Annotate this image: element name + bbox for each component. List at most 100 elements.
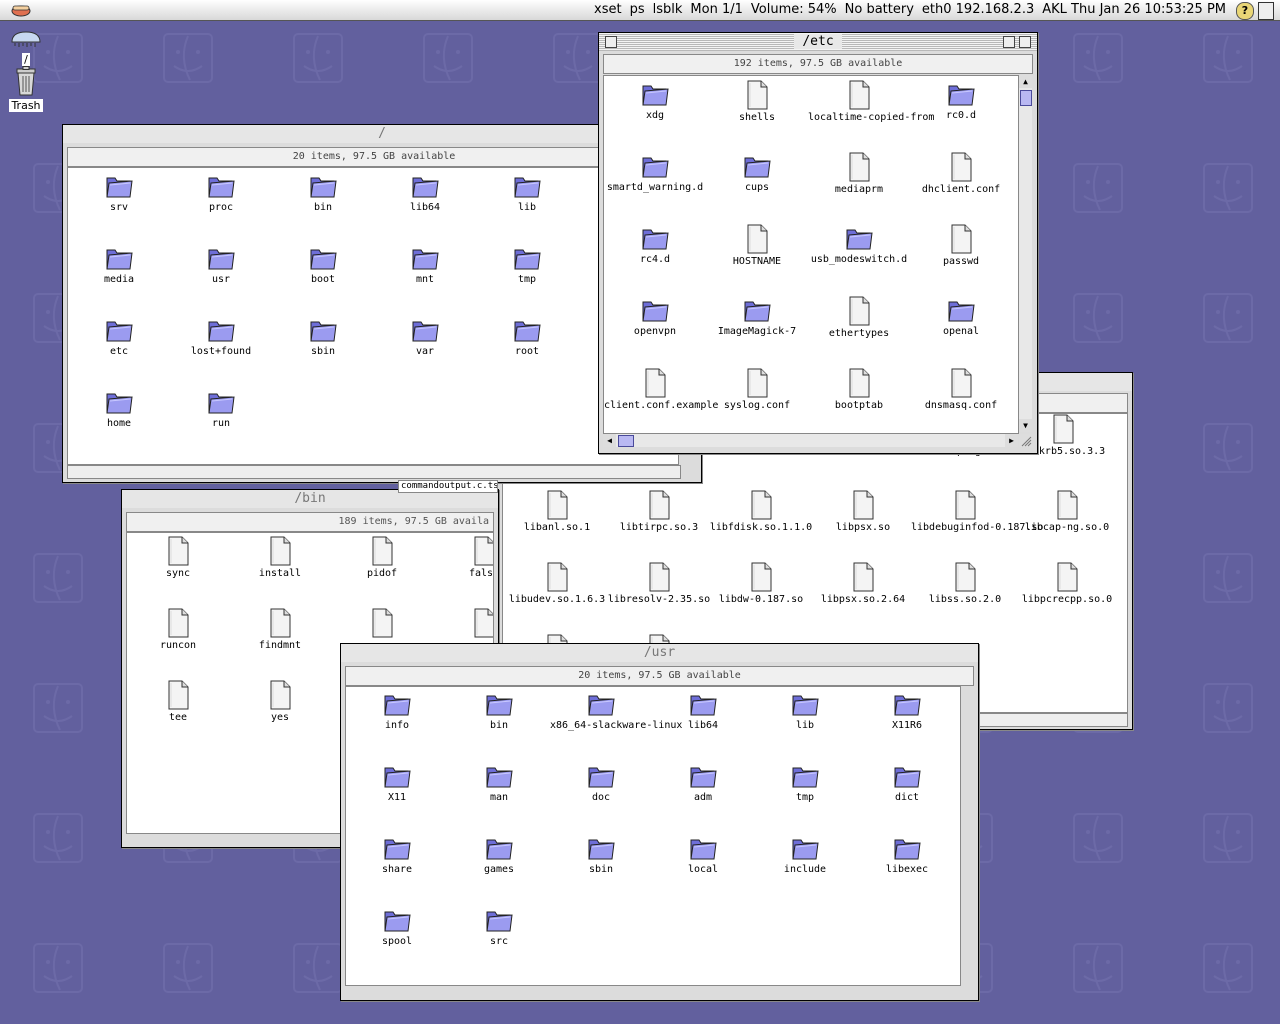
file-item[interactable]: libudev.so.1.6.3	[503, 562, 611, 605]
folder-item[interactable]: srv	[68, 172, 170, 213]
folder-item[interactable]: adm	[652, 762, 754, 803]
file-item[interactable]: pidof	[331, 536, 433, 579]
file-item[interactable]: HOSTNAME	[706, 224, 808, 267]
folder-item[interactable]: rc4.d	[604, 224, 706, 265]
folder-item[interactable]: spool	[346, 906, 448, 947]
folder-item[interactable]: lib64	[374, 172, 476, 213]
folder-item[interactable]: sbin	[550, 834, 652, 875]
file-item[interactable]: libtirpc.so.3	[605, 490, 713, 533]
folder-item[interactable]: share	[346, 834, 448, 875]
menubar-item[interactable]: AKL Thu Jan 26 10:53:25 PM	[1042, 2, 1226, 17]
menubar-item[interactable]: Mon 1/1	[690, 2, 742, 17]
scroll-down-arrow-icon[interactable]: ▼	[1019, 419, 1032, 432]
folder-item[interactable]: lib64	[652, 690, 754, 731]
file-item[interactable]: syslog.conf	[706, 368, 808, 411]
folder-item[interactable]: proc	[170, 172, 272, 213]
file-item[interactable]: libcap-ng.so.0	[1013, 490, 1121, 533]
file-item[interactable]: client.conf.example	[604, 368, 718, 411]
folder-item[interactable]: bin	[448, 690, 550, 731]
folder-item[interactable]: tmp	[476, 244, 578, 285]
menubar-item[interactable]: eth0 192.168.2.3	[922, 2, 1034, 17]
file-item[interactable]: findmnt	[229, 608, 331, 651]
folder-item[interactable]: src	[448, 906, 550, 947]
application-menu-icon[interactable]	[1258, 2, 1274, 20]
folder-item[interactable]: tmp	[754, 762, 856, 803]
file-item[interactable]: libfdisk.so.1.1.0	[707, 490, 815, 533]
file-item[interactable]: tee	[127, 680, 229, 723]
folder-item[interactable]: root	[476, 316, 578, 357]
folder-item[interactable]: man	[448, 762, 550, 803]
file-item[interactable]: libdw-0.187.so	[707, 562, 815, 605]
help-icon[interactable]: ?	[1236, 2, 1254, 20]
folder-item[interactable]: openal	[910, 296, 1012, 337]
folder-item[interactable]: X11	[346, 762, 448, 803]
folder-item[interactable]: x86_64-slackware-linux	[550, 690, 682, 731]
file-item[interactable]: false	[433, 536, 493, 579]
file-item[interactable]: install	[229, 536, 331, 579]
folder-item[interactable]: games	[448, 834, 550, 875]
folder-item[interactable]: usr	[170, 244, 272, 285]
file-item[interactable]: localtime-copied-from	[808, 80, 934, 123]
window-usr[interactable]: /usr 20 items, 97.5 GB available info bin…	[340, 643, 979, 1001]
file-item[interactable]: libpcrecpp.so.0	[1013, 562, 1121, 605]
resize-grip-icon[interactable]	[1019, 434, 1032, 447]
folder-item[interactable]: ImageMagick-7	[706, 296, 808, 337]
desktop-icon-root-disk[interactable]: /	[8, 30, 44, 66]
horizontal-scroll-thumb[interactable]	[618, 435, 634, 447]
window-titlebar[interactable]: /usr	[341, 644, 978, 662]
file-item[interactable]: libanl.so.1	[503, 490, 611, 533]
folder-item[interactable]: media	[68, 244, 170, 285]
folder-item[interactable]: etc	[68, 316, 170, 357]
folder-item[interactable]: lib	[476, 172, 578, 213]
apple-menu-icon[interactable]	[10, 2, 32, 18]
file-item[interactable]: libpsx.so.2.64	[809, 562, 917, 605]
folder-item[interactable]: var	[374, 316, 476, 357]
file-item[interactable]: passwd	[910, 224, 1012, 267]
folder-item[interactable]: libexec	[856, 834, 958, 875]
window-titlebar[interactable]: /etc	[599, 33, 1037, 51]
file-item[interactable]: yes	[229, 680, 331, 723]
file-item[interactable]: libss.so.2.0	[911, 562, 1019, 605]
folder-item[interactable]: openvpn	[604, 296, 706, 337]
file-item[interactable]: libdebuginfod-0.187.so	[911, 490, 1043, 533]
collapse-box-icon[interactable]	[1019, 36, 1031, 48]
file-item[interactable]: libpsx.so	[809, 490, 917, 533]
file-item[interactable]	[331, 608, 433, 640]
folder-item[interactable]: boot	[272, 244, 374, 285]
folder-item[interactable]: dict	[856, 762, 958, 803]
file-item[interactable]: runcon	[127, 608, 229, 651]
close-box-icon[interactable]	[605, 36, 617, 48]
folder-item[interactable]: smartd_warning.d	[604, 152, 706, 193]
folder-item[interactable]: mnt	[374, 244, 476, 285]
folder-item[interactable]: info	[346, 690, 448, 731]
file-item[interactable]: bootptab	[808, 368, 910, 411]
window-etc[interactable]: /etc 192 items, 97.5 GB available xdg she…	[598, 32, 1038, 454]
menubar-item[interactable]: lsblk	[653, 2, 683, 17]
file-item[interactable]: dnsmasq.conf	[910, 368, 1012, 411]
vertical-scroll-thumb[interactable]	[1020, 90, 1032, 106]
folder-item[interactable]: include	[754, 834, 856, 875]
scroll-right-arrow-icon[interactable]: ▶	[1005, 434, 1018, 447]
folder-item[interactable]: run	[170, 388, 272, 429]
folder-item[interactable]: usb_modeswitch.d	[808, 224, 910, 265]
folder-item[interactable]: xdg	[604, 80, 706, 121]
folder-item[interactable]: rc0.d	[910, 80, 1012, 121]
folder-item[interactable]: home	[68, 388, 170, 429]
zoom-box-icon[interactable]	[1003, 36, 1015, 48]
horizontal-scrollbar[interactable]: ◀ ▶	[603, 433, 1018, 447]
file-item[interactable]: shells	[706, 80, 808, 123]
folder-item[interactable]: lost+found	[170, 316, 272, 357]
scroll-up-arrow-icon[interactable]: ▲	[1019, 75, 1032, 88]
file-item[interactable]: sync	[127, 536, 229, 579]
menubar-item[interactable]: ps	[630, 2, 645, 17]
menubar-item[interactable]: No battery	[845, 2, 914, 17]
menubar-item[interactable]: xset	[594, 2, 622, 17]
scroll-left-arrow-icon[interactable]: ◀	[603, 434, 616, 447]
vertical-scrollbar[interactable]: ▲ ▼	[1018, 75, 1032, 432]
folder-item[interactable]: doc	[550, 762, 652, 803]
folder-item[interactable]: X11R6	[856, 690, 958, 731]
file-item[interactable]: mediaprm	[808, 152, 910, 195]
file-item[interactable]: libresolv-2.35.so	[605, 562, 713, 605]
folder-item[interactable]: sbin	[272, 316, 374, 357]
folder-item[interactable]: bin	[272, 172, 374, 213]
